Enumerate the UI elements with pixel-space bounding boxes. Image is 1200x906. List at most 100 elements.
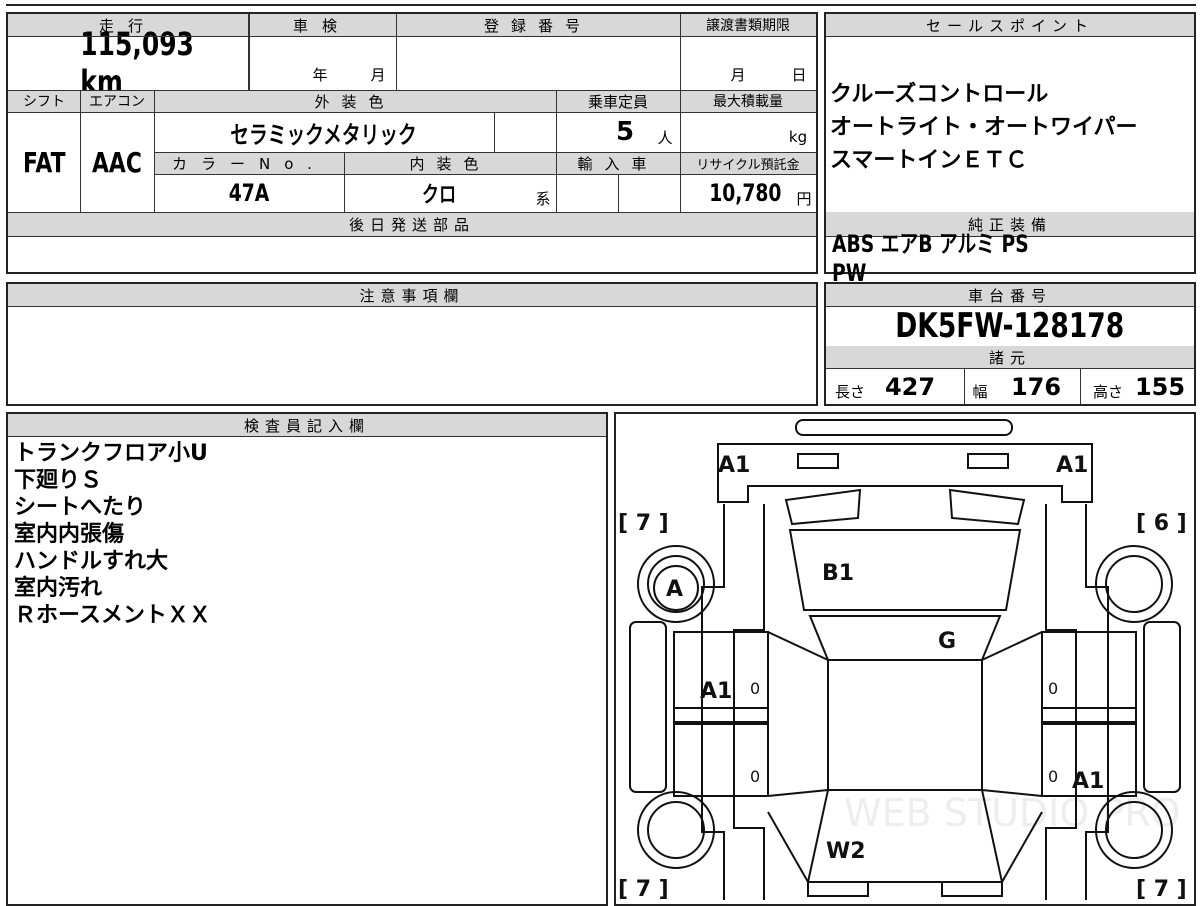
- inspector-line: ハンドルすれ大: [14, 549, 169, 574]
- interior-color-suffix: 系: [535, 189, 551, 208]
- capacity-value: 5: [615, 117, 635, 147]
- transfer-label: 譲渡書類期限: [706, 18, 790, 34]
- import-label: 輸入車: [577, 154, 659, 173]
- grid-line: [396, 14, 397, 90]
- grid-line: [8, 436, 606, 437]
- top-strip: [6, 0, 1196, 6]
- interior-color-label: 内装色: [409, 154, 491, 173]
- capacity-label: 乗車定員: [587, 92, 648, 111]
- recycle-label: リサイクル預託金: [696, 157, 800, 173]
- tire-fr-outer: [1095, 545, 1173, 623]
- color-no-label: カラーNo.: [172, 154, 326, 173]
- mark-tire-rr: [ 7 ]: [1136, 877, 1187, 900]
- car-diagram: A1 A1 [ 7 ] [ 6 ] B1 A G A1 A1 W2 [ 7 ] …: [618, 419, 1187, 900]
- tire-fr-inner: [1105, 555, 1163, 613]
- shift-label: シフト: [23, 94, 65, 110]
- length-label: 長さ: [834, 382, 865, 401]
- shaken-month-unit: 月: [370, 65, 386, 84]
- shift-value: FAT: [22, 145, 66, 179]
- grid-line: [154, 90, 155, 212]
- windshield: [808, 615, 1002, 661]
- chassis-number: DK5FW-128178: [895, 306, 1125, 346]
- rear-step-left: [807, 881, 869, 897]
- inspector-notes: トランクフロア小U 下廻りＳ シートへたり 室内内張傷 ハンドルすれ大 室内汚れ…: [14, 440, 594, 629]
- exterior-color-label: 外装色: [314, 92, 396, 111]
- inspector-line: 下廻りＳ: [14, 468, 103, 493]
- front-fascia: [717, 443, 1093, 503]
- mark-left-fender: A: [666, 577, 683, 602]
- sales-points-header: セールスポイント: [826, 14, 1194, 36]
- grid-line: [248, 14, 250, 90]
- sales-point-item: スマートインＥＴＣ: [830, 148, 1028, 173]
- mark-zero: 0: [750, 679, 760, 698]
- roof: [827, 659, 983, 791]
- sales-point-item: クルーズコントロール: [830, 82, 1049, 107]
- grid-line: [680, 14, 681, 212]
- notes-header: 注意事項欄: [8, 284, 816, 306]
- grid-line: [344, 152, 345, 212]
- mark-left-door: A1: [700, 679, 732, 704]
- aircon-value: AAC: [92, 145, 142, 179]
- grid-line: [1080, 368, 1081, 404]
- grid-line: [8, 90, 816, 91]
- grid-line: [826, 368, 1194, 369]
- tire-rl-inner: [647, 801, 705, 859]
- mileage-value: 115,093 km: [80, 25, 194, 101]
- sales-point-item: オートライト・オートワイパー: [830, 115, 1138, 140]
- mark-tire-fr: [ 6 ]: [1136, 511, 1187, 536]
- exterior-color-value: セラミックメタリック: [230, 120, 418, 149]
- grid-line: [8, 212, 816, 213]
- width-label: 幅: [972, 382, 988, 401]
- shaken-label: 車検: [292, 16, 351, 35]
- inspector-line: シートへたり: [14, 495, 147, 520]
- left-vent: [784, 488, 862, 526]
- mark-tire-fl: [ 7 ]: [618, 511, 669, 536]
- right-headlight: [967, 453, 1009, 469]
- height-value: 155: [1134, 373, 1186, 401]
- mark-zero: 0: [1048, 767, 1058, 786]
- interior-color-value: クロ: [421, 183, 457, 208]
- mark-front-right: A1: [1056, 453, 1088, 478]
- grid-line: [154, 174, 816, 175]
- grid-line: [964, 368, 965, 404]
- right-pillar: [981, 631, 1043, 883]
- mark-zero: 0: [1048, 679, 1058, 698]
- mark-zero: 0: [750, 767, 760, 786]
- grid-line: [618, 174, 619, 212]
- later-parts-header: 後日発送部品: [8, 212, 816, 236]
- right-side-rail: [1143, 621, 1181, 793]
- right-vent: [948, 488, 1026, 526]
- shaken-year-unit: 年: [312, 65, 328, 84]
- max-load-unit: kg: [788, 128, 808, 146]
- length-value: 427: [884, 373, 936, 401]
- mark-front-left: A1: [718, 453, 750, 478]
- max-load-label: 最大積載量: [713, 94, 783, 110]
- registration-label: 登録番号: [483, 16, 592, 35]
- chassis-header: 車台番号: [826, 284, 1194, 306]
- inspector-line: トランクフロア小U: [14, 441, 208, 466]
- mark-windshield: G: [938, 629, 956, 654]
- transfer-month-unit: 月: [730, 65, 746, 84]
- grid-line: [154, 152, 816, 153]
- body-outline: [701, 504, 1109, 900]
- transfer-day-unit: 日: [791, 65, 807, 84]
- grid-line: [8, 36, 816, 37]
- left-side-rail: [629, 621, 667, 793]
- inspector-line: ＲホースメントＸＸ: [14, 603, 211, 628]
- mark-tire-rl: [ 7 ]: [618, 877, 669, 900]
- recycle-value: 10,780: [709, 179, 782, 207]
- inspector-line: 室内汚れ: [14, 576, 103, 601]
- left-pillar: [767, 631, 829, 883]
- inspector-header: 検査員記入欄: [8, 414, 606, 436]
- aircon-label: エアコン: [89, 94, 145, 110]
- left-headlight: [797, 453, 839, 469]
- grid-line: [80, 90, 81, 212]
- sales-points-list: クルーズコントロール オートライト・オートワイパー スマートインＥＴＣ: [830, 78, 1190, 177]
- grid-line: [8, 112, 816, 113]
- grid-line: [494, 112, 495, 152]
- mark-hood: B1: [822, 561, 854, 586]
- spec-header: 諸元: [826, 346, 1194, 368]
- grid-line: [556, 90, 557, 212]
- capacity-unit: 人: [657, 128, 673, 147]
- grid-line: [8, 236, 816, 237]
